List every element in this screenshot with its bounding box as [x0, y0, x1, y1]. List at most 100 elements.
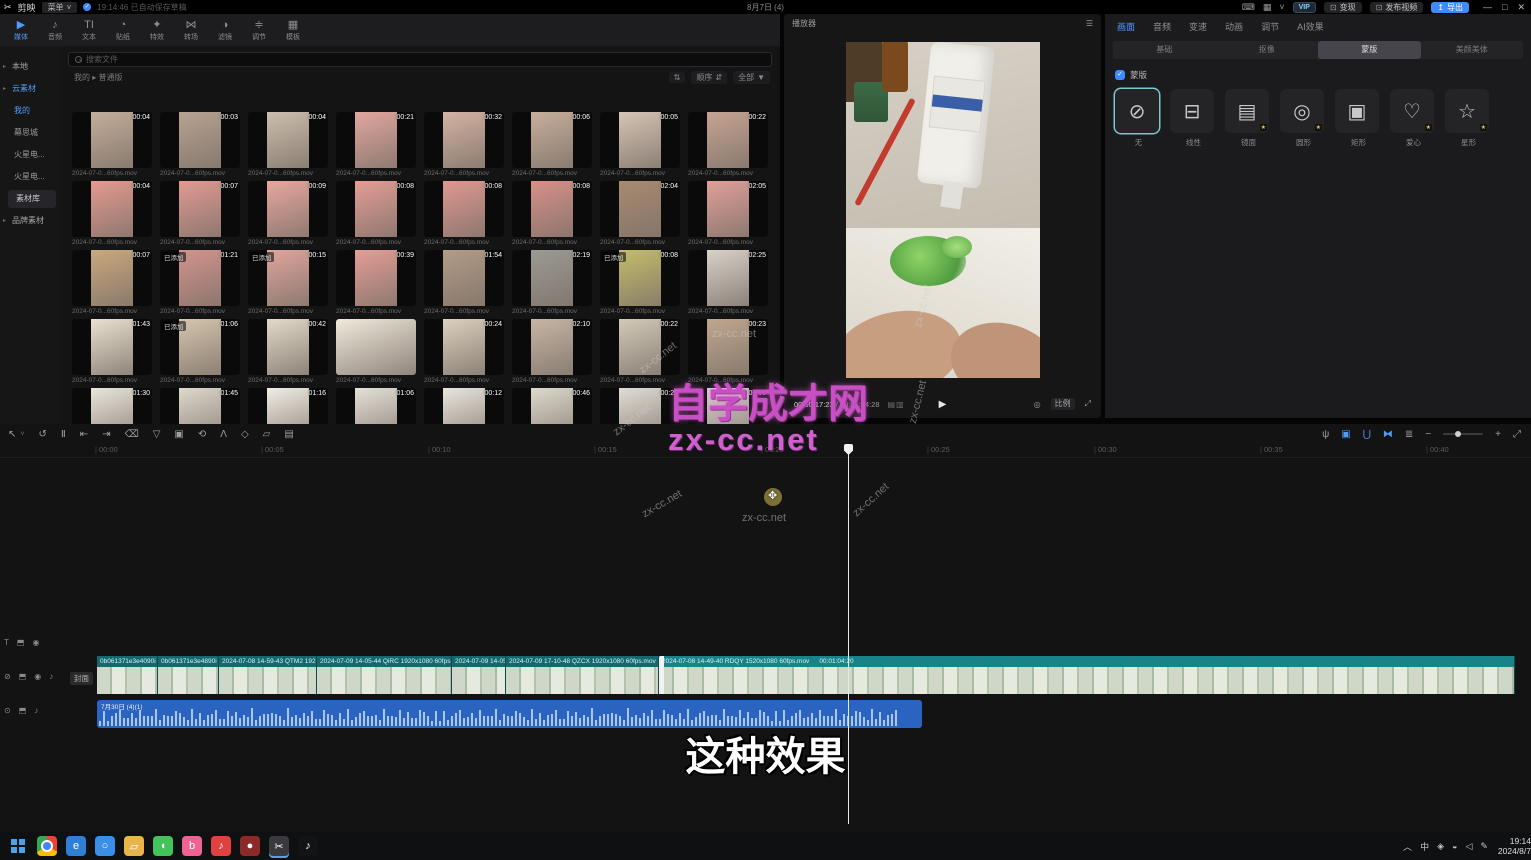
publish-button[interactable]: ⊡发布视频	[1370, 2, 1424, 13]
linkage[interactable]: ⧓	[1383, 429, 1393, 440]
media-item[interactable]: 00:07 2024-07-0...60fps.mov	[72, 250, 160, 319]
media-item[interactable]: 00:08 2024-07-0...60fps.mov	[512, 181, 600, 250]
media-item[interactable]: 2024-07-0...60fps.mov	[336, 319, 424, 388]
mask-circle[interactable]: ◎ ★ 圆形	[1280, 89, 1327, 148]
inspector-tab[interactable]: 动画	[1225, 20, 1243, 33]
layout-caret-icon[interactable]: ˅	[1279, 2, 1284, 12]
media-item[interactable]: 00:04 2024-07-0...60fps.mov	[72, 112, 160, 181]
visibility-icon[interactable]: ◉	[32, 638, 39, 647]
adjust[interactable]: ≑ 调节	[242, 19, 276, 42]
timeline-clip[interactable]: 2024-07-08 14-59-43 QTM2 192	[219, 656, 317, 694]
preview-axis[interactable]: ≣	[1405, 429, 1413, 440]
rotate[interactable]: ◇	[241, 429, 249, 440]
mute-icon[interactable]: ⊘	[4, 672, 11, 681]
media-item[interactable]: 00:21 2024-07-0...60fps.mov	[336, 112, 424, 181]
record-voiceover[interactable]: ψ	[1322, 429, 1329, 440]
pen-icon[interactable]: ✎	[1480, 841, 1488, 852]
effects[interactable]: ✦ 特效	[140, 19, 174, 42]
freeze-frame[interactable]: ▣	[174, 429, 183, 440]
preview-grid-icon[interactable]: ▤▥	[888, 400, 905, 409]
zoom-in-button[interactable]: +	[1495, 429, 1501, 440]
timeline-clip[interactable]: 2024-07-09 14-05-44 QiRC 1920x1080 60fps…	[317, 656, 452, 694]
inspector-tab[interactable]: AI效果	[1297, 20, 1324, 33]
sidebar-item[interactable]: 品牌素材	[0, 210, 60, 232]
media-item[interactable]: 00:07 2024-07-0...60fps.mov	[160, 181, 248, 250]
media-item[interactable]: 01:06 2024-07-0...60fps.mov	[336, 388, 424, 424]
recorder-icon[interactable]: ●	[240, 836, 260, 856]
chrome-icon[interactable]: c	[37, 836, 57, 856]
sound-icon[interactable]: ♪	[34, 706, 38, 715]
monetize-button[interactable]: ⊡变现	[1324, 2, 1362, 13]
trim-right[interactable]: ⇥	[102, 429, 110, 440]
inspector-tab[interactable]: 调节	[1261, 20, 1279, 33]
sticker[interactable]: ◔ 贴纸	[106, 19, 140, 42]
bilibili-icon[interactable]: b	[182, 836, 202, 856]
media-item[interactable]: 01:54 2024-07-0...60fps.mov	[424, 250, 512, 319]
sidebar-item[interactable]: 火星电...	[0, 144, 60, 166]
inspector-subtab[interactable]: 抠像	[1216, 41, 1319, 59]
media-item[interactable]: 已添加 01:21 2024-07-0...60fps.mov	[160, 250, 248, 319]
timeline-clip[interactable]: 2024-07-09 17-10-48 QZCX 1920x1080 60fps…	[506, 656, 659, 694]
lock-icon[interactable]: ⬒	[19, 672, 27, 681]
media-item[interactable]: 01:45 2024-07-0...60fps.mov	[160, 388, 248, 424]
douyin-icon[interactable]: ♪	[298, 836, 318, 856]
filter[interactable]: ◑ 滤镜	[208, 19, 242, 42]
delete[interactable]: ⌫	[125, 429, 139, 440]
timeline-clip[interactable]: 2024-07-08 14-49-40 RDQY 1520x1080 60fps…	[659, 656, 1515, 694]
shortcuts-icon[interactable]: ⌨	[1242, 2, 1255, 13]
preview-canvas[interactable]	[846, 42, 1040, 378]
mask-checkbox[interactable]: ✓	[1115, 70, 1125, 80]
media-item[interactable]: 已添加 00:08 2024-07-0...60fps.mov	[600, 250, 688, 319]
wechat-icon[interactable]: ◖	[153, 836, 173, 856]
media-item[interactable]: 00:23 2024-07-0...60fps.mov	[688, 319, 776, 388]
inspector-tab[interactable]: 变速	[1189, 20, 1207, 33]
media-item[interactable]: 00:38 IMG_08...MOV	[688, 388, 776, 424]
sidebar-item[interactable]: 本地	[0, 56, 60, 78]
visibility-icon[interactable]: ◉	[34, 672, 41, 681]
sidebar-item[interactable]: 素材库	[8, 190, 56, 208]
mask-star[interactable]: ☆ ★ 星形	[1445, 89, 1492, 148]
tray-expand-icon[interactable]: ︿	[1403, 840, 1412, 853]
media-item[interactable]: 已添加 00:15 2024-07-0...60fps.mov	[248, 250, 336, 319]
timeline-clip[interactable]: 0b061371e3e4890i	[158, 656, 219, 694]
media-item[interactable]: 00:04 2024-07-0...60fps.mov	[72, 181, 160, 250]
main-track-magnet[interactable]: ▣	[1341, 429, 1350, 440]
timeline-clip[interactable]: 2024-07-09 14-05	[452, 656, 506, 694]
mask-linear[interactable]: ⊟ ★ 线性	[1170, 89, 1217, 148]
media-item[interactable]: 已添加 01:06 2024-07-0...60fps.mov	[160, 319, 248, 388]
reverse[interactable]: ⟲	[198, 429, 206, 440]
mirror[interactable]: Λ	[220, 429, 227, 440]
media-item[interactable]: 01:16 2024-07-0...60fps.mov	[248, 388, 336, 424]
text[interactable]: TI 文本	[72, 19, 106, 42]
search-icon[interactable]: ○	[95, 836, 115, 856]
sidebar-item[interactable]: 云素材	[0, 78, 60, 100]
minimize-button[interactable]: —	[1483, 2, 1492, 13]
security-icon[interactable]: ◈	[1437, 841, 1444, 852]
split[interactable]: Ⅱ	[61, 429, 66, 440]
cover-button[interactable]: 封面	[70, 672, 93, 685]
breadcrumb[interactable]: 我的 ▸ 普通版	[74, 72, 122, 83]
inspector-tab[interactable]: 画面	[1117, 20, 1135, 33]
taskbar-clock[interactable]: 19:14 2024/8/7	[1498, 836, 1531, 856]
capcut-icon[interactable]: ✂	[269, 836, 289, 856]
trim-left[interactable]: ⇤	[80, 429, 88, 440]
lock-icon[interactable]: ⬒	[19, 706, 27, 715]
layout-icon[interactable]: ▦	[1263, 2, 1272, 13]
quality-enhance-icon[interactable]: ◎	[1034, 400, 1041, 409]
template[interactable]: ▦ 模板	[276, 19, 310, 42]
network-icon[interactable]: ◒	[1452, 841, 1457, 851]
netease-music-icon[interactable]: ♪	[211, 836, 231, 856]
sidebar-item[interactable]: 幕思城	[0, 122, 60, 144]
volume-icon[interactable]: ◁	[1465, 841, 1472, 852]
media-item[interactable]: 00:04 2024-07-0...60fps.mov	[248, 112, 336, 181]
ratio-button[interactable]: 比例	[1051, 398, 1075, 410]
inspector-subtab[interactable]: 蒙版	[1318, 41, 1421, 59]
maximize-button[interactable]: □	[1502, 2, 1507, 13]
media-item[interactable]: 01:30 2024-07-0...60fps.mov	[72, 388, 160, 424]
filter-button[interactable]: 全部▼	[733, 71, 770, 84]
timeline-clip[interactable]: 0b061371e3e4090i	[97, 656, 158, 694]
fit-timeline-button[interactable]: ⤢	[1513, 429, 1521, 440]
audio[interactable]: ♪ 音频	[38, 19, 72, 42]
media-item[interactable]: 00:22 2024-07-0...60fps.mov	[688, 112, 776, 181]
ime-icon[interactable]: 中	[1420, 840, 1429, 853]
